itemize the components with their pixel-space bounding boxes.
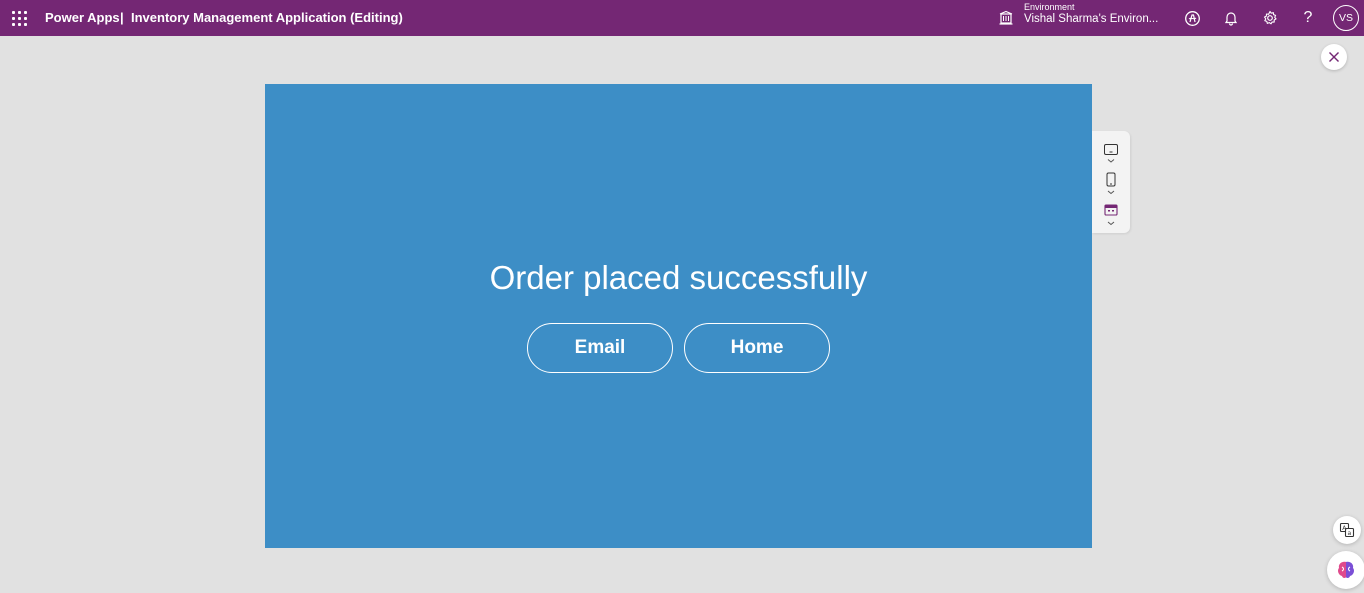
title-separator: | bbox=[120, 10, 124, 25]
environment-name[interactable]: Vishal Sharma's Environ... bbox=[1024, 13, 1158, 25]
layout-toolbar bbox=[1092, 131, 1130, 233]
help-icon[interactable]: ? bbox=[1298, 8, 1318, 28]
close-icon bbox=[1329, 52, 1339, 62]
bell-icon[interactable] bbox=[1221, 8, 1241, 28]
email-button[interactable]: Email bbox=[527, 323, 673, 373]
svg-text:a: a bbox=[1348, 530, 1352, 537]
calendar-layout-button[interactable] bbox=[1102, 203, 1120, 232]
app-launcher-icon[interactable] bbox=[10, 9, 28, 27]
translate-button[interactable]: A a bbox=[1333, 516, 1361, 544]
calendar-icon bbox=[1104, 204, 1118, 226]
top-bar: Power Apps | Inventory Management Applic… bbox=[0, 0, 1364, 36]
copilot-brain-button[interactable] bbox=[1327, 551, 1364, 589]
app-screen-canvas: Order placed successfully Email Home bbox=[265, 84, 1092, 548]
close-button[interactable] bbox=[1321, 44, 1347, 70]
tablet-layout-icon bbox=[1104, 144, 1118, 163]
copilot-icon[interactable] bbox=[1182, 8, 1202, 28]
app-title: Inventory Management Application (Editin… bbox=[131, 10, 403, 25]
phone-layout-button[interactable] bbox=[1102, 172, 1120, 201]
environment-label: Environment bbox=[1024, 2, 1075, 12]
tablet-layout-button[interactable] bbox=[1102, 143, 1120, 170]
translate-icon: A a bbox=[1339, 522, 1355, 537]
brain-icon bbox=[1338, 561, 1354, 578]
brand-name[interactable]: Power Apps bbox=[45, 10, 120, 25]
environment-icon bbox=[998, 10, 1014, 26]
user-avatar[interactable]: VS bbox=[1333, 5, 1359, 31]
phone-layout-icon bbox=[1106, 172, 1116, 195]
order-success-heading: Order placed successfully bbox=[489, 259, 868, 296]
gear-icon[interactable] bbox=[1260, 8, 1280, 28]
home-button[interactable]: Home bbox=[684, 323, 830, 373]
